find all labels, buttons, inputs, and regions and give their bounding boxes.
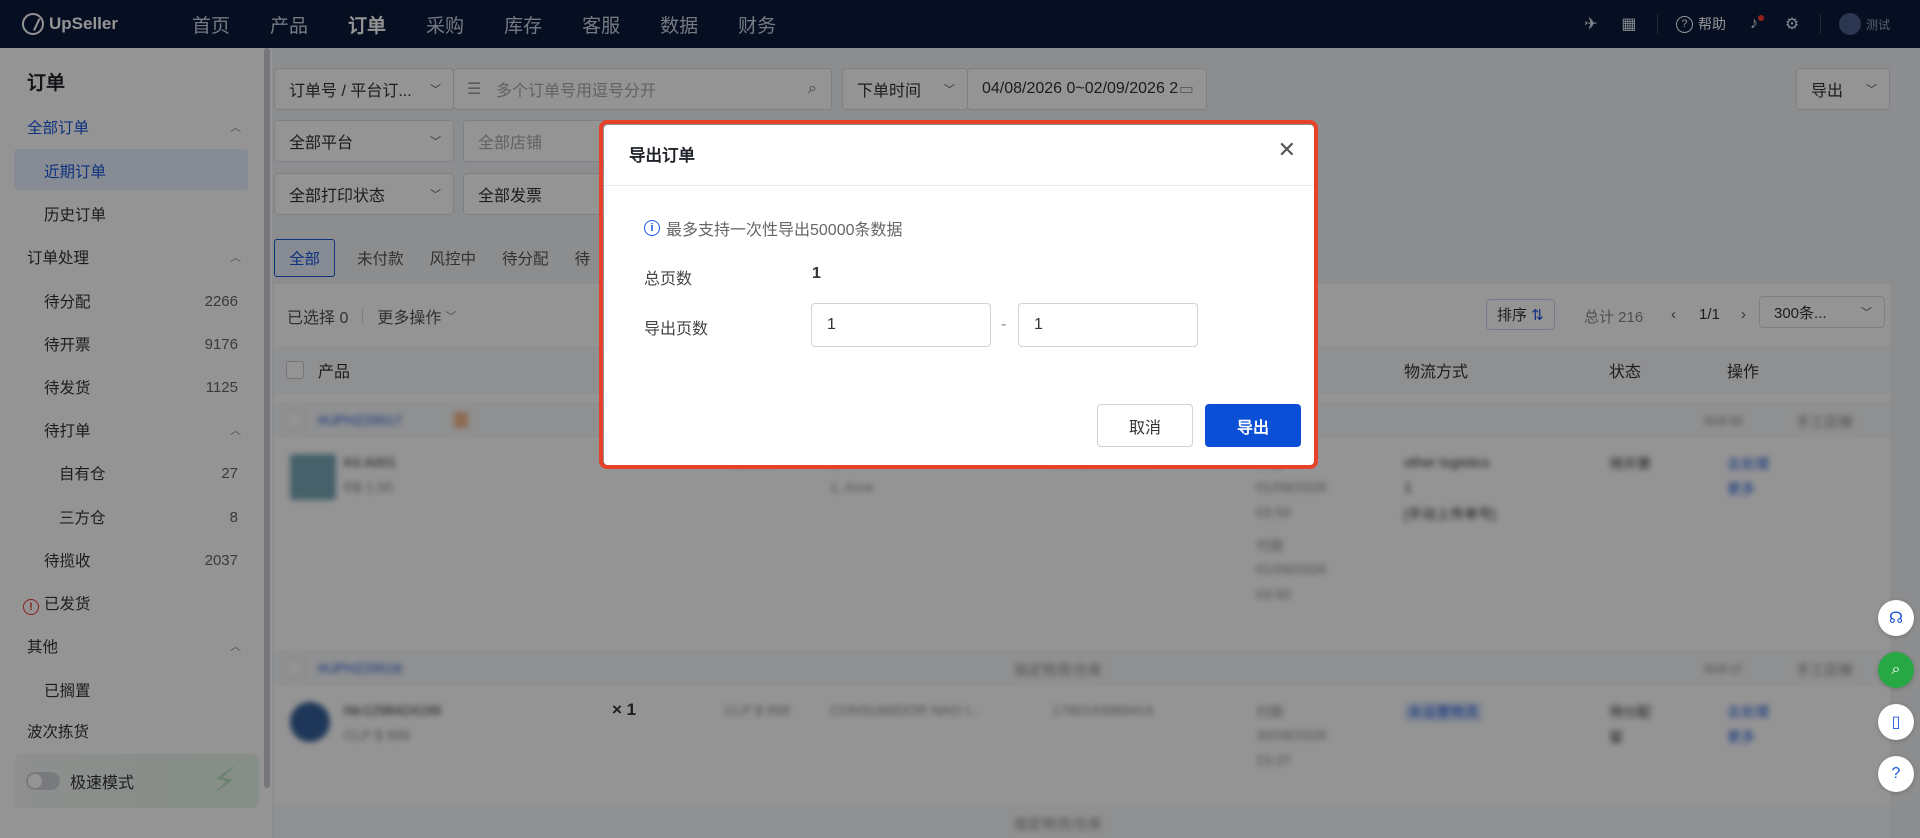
range-separator: -: [1001, 316, 1007, 333]
total-pages-label: 总页数: [644, 271, 693, 288]
from-page-input[interactable]: [811, 303, 991, 347]
export-pages-label: 导出页数: [644, 321, 709, 338]
cancel-button[interactable]: 取消: [1097, 404, 1193, 447]
question-icon[interactable]: ?: [1878, 756, 1914, 792]
headset-icon[interactable]: ☊: [1878, 600, 1914, 636]
export-button[interactable]: 导出: [1205, 404, 1301, 447]
export-limit-text: 最多支持一次性导出50000条数据: [666, 222, 903, 239]
mobile-icon[interactable]: ▯: [1878, 704, 1914, 740]
floating-action-buttons: ☊ ⌕ ▯ ?: [1878, 600, 1914, 808]
search-icon[interactable]: ⌕: [1878, 652, 1914, 688]
to-page-input[interactable]: [1018, 303, 1198, 347]
dialog-title: 导出订单: [629, 147, 695, 165]
total-pages-value: 1: [812, 265, 821, 282]
export-orders-dialog: 导出订单 ✕ i 最多支持一次性导出50000条数据 总页数 1 导出页数 - …: [604, 125, 1314, 465]
info-icon: i: [644, 220, 660, 236]
dialog-divider: [604, 185, 1314, 186]
export-limit-notice: i 最多支持一次性导出50000条数据: [644, 216, 903, 240]
close-icon[interactable]: ✕: [1278, 139, 1296, 161]
